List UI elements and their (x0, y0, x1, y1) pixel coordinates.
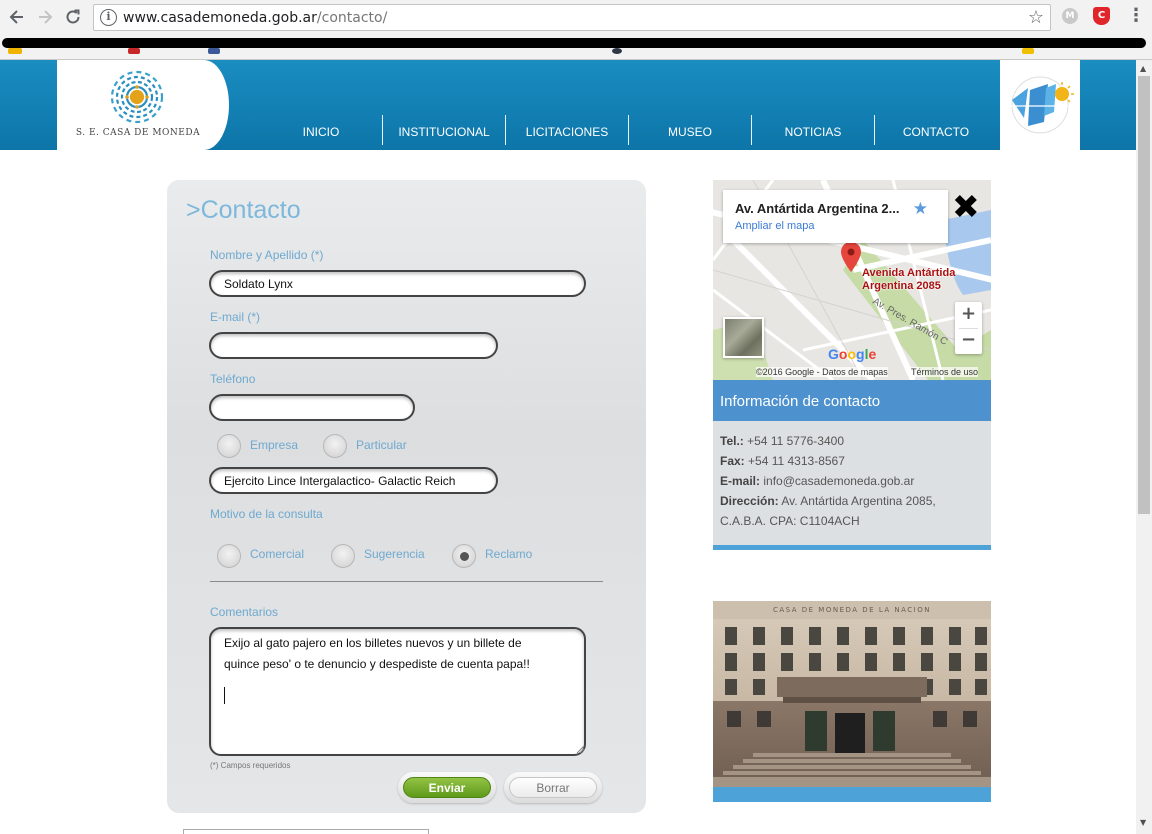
email-label: E-mail (*) (210, 310, 260, 324)
forward-button[interactable] (34, 6, 56, 28)
map-pin-icon[interactable] (841, 242, 861, 274)
map-place-card: Av. Antártida Argentina 2... Ampliar el … (723, 190, 948, 243)
url-path: /contacto/ (316, 10, 388, 26)
sun-emblem-icon (110, 70, 164, 124)
radio-sugerencia[interactable] (331, 544, 355, 568)
menu-icon[interactable]: ⋮ (1127, 5, 1145, 26)
contact-tel: Tel.: +54 11 5776-3400 (720, 434, 844, 448)
bottom-edge-element (183, 829, 429, 834)
radio-empresa-label[interactable]: Empresa (250, 438, 298, 452)
reason-label: Motivo de la consulta (210, 507, 323, 521)
company-input[interactable]: Ejercito Lince Intergalactico- Galactic … (209, 467, 498, 494)
resize-handle-icon[interactable] (576, 745, 585, 754)
name-label: Nombre y Apellido (*) (210, 248, 324, 262)
logo-text: S. E. CASA DE MONEDA (75, 128, 201, 138)
radio-sugerencia-label[interactable]: Sugerencia (364, 547, 425, 561)
radio-comercial[interactable] (217, 544, 241, 568)
reset-button[interactable]: Borrar (509, 777, 597, 798)
bookmark-star-icon[interactable]: ☆ (1028, 7, 1044, 28)
url-text: www.casademoneda.gob.ar/contacto/ (123, 10, 387, 26)
address-label: Dirección: (720, 494, 779, 508)
bookmark-icon[interactable] (8, 48, 22, 54)
tel-value: +54 11 5776-3400 (747, 434, 844, 448)
contact-address: Dirección: Av. Antártida Argentina 2085, (720, 494, 936, 508)
fax-label: Fax: (720, 454, 745, 468)
radio-empresa[interactable] (217, 434, 241, 458)
address-bar[interactable]: i www.casademoneda.gob.ar/contacto/ ☆ (93, 4, 1051, 31)
contact-fax: Fax: +54 11 4313-8567 (720, 454, 845, 468)
arrow-right-icon (39, 10, 53, 24)
scroll-up-arrow-icon[interactable]: ▲ (1140, 64, 1146, 73)
contact-info-bar (713, 545, 991, 550)
nav-item-inicio[interactable]: INICIO (260, 113, 382, 147)
satellite-toggle[interactable] (723, 317, 764, 358)
nav-item-museo[interactable]: MUSEO (629, 113, 751, 147)
map-place-title: Av. Antártida Argentina 2... (735, 201, 900, 216)
scrollbar-thumb[interactable] (1138, 76, 1150, 514)
url-domain: www.casademoneda.gob.ar (123, 10, 317, 26)
email-info-label: E-mail: (720, 474, 761, 488)
name-input[interactable]: Soldato Lynx (209, 270, 586, 297)
reload-icon (66, 9, 80, 24)
map-zoom-control: + − (955, 302, 982, 354)
address-value: Av. Antártida Argentina 2085, (781, 494, 936, 508)
close-x-icon[interactable]: ✖ (952, 190, 980, 223)
bookmark-icon[interactable] (128, 48, 140, 54)
building-facade-image (713, 601, 991, 787)
scroll-down-arrow-icon[interactable]: ▼ (1140, 818, 1146, 827)
radio-reclamo-label[interactable]: Reclamo (485, 547, 532, 561)
email-info-value[interactable]: info@casademoneda.gob.ar (763, 474, 914, 488)
contact-info-heading: Información de contacto (713, 380, 991, 421)
radio-particular[interactable] (323, 434, 347, 458)
form-title: >Contacto (186, 196, 301, 224)
bicentenario-logo[interactable] (1000, 60, 1080, 150)
phone-label: Teléfono (210, 372, 256, 386)
nav-item-contacto[interactable]: CONTACTO (875, 113, 997, 147)
back-button[interactable] (6, 6, 28, 28)
save-star-icon[interactable]: ★ (913, 199, 928, 219)
nav-item-licitaciones[interactable]: LICITACIONES (506, 113, 628, 147)
bookmark-icon[interactable] (1022, 48, 1034, 54)
comments-line: quince peso' o te denuncio y despediste … (224, 657, 530, 671)
text-caret (224, 687, 225, 704)
comments-textarea[interactable]: Exijo al gato pajero en los billetes nue… (209, 627, 586, 756)
contact-email: E-mail: info@casademoneda.gob.ar (720, 474, 914, 488)
submit-button[interactable]: Enviar (403, 777, 491, 798)
radio-comercial-label[interactable]: Comercial (250, 547, 304, 561)
facade-inscription: CASA DE MONEDA DE LA NACION (772, 606, 931, 614)
zoom-out-button[interactable]: − (955, 329, 982, 350)
arrow-left-icon (9, 10, 23, 24)
contact-address-line2: C.A.B.A. CPA: C1104ACH (720, 514, 860, 528)
nav-item-institucional[interactable]: INSTITUCIONAL (383, 113, 505, 147)
comments-label: Comentarios (210, 605, 279, 619)
pin-label-line: Argentina 2085 (862, 280, 941, 292)
phone-input[interactable] (209, 394, 415, 421)
bookmark-icon[interactable] (208, 48, 220, 54)
map-pin-label: Avenida Antártida Argentina 2085 (862, 267, 955, 293)
map-enlarge-link[interactable]: Ampliar el mapa (735, 220, 814, 232)
extension-shield-icon[interactable]: C (1093, 7, 1110, 25)
extension-m-icon[interactable]: M (1062, 8, 1078, 24)
comments-line: Exijo al gato pajero en los billetes nue… (224, 636, 522, 650)
map-copyright[interactable]: ©2016 Google - Datos de mapas (756, 367, 888, 377)
reload-button[interactable] (62, 6, 84, 28)
map-terms-link[interactable]: Términos de uso (911, 367, 979, 377)
info-icon[interactable]: i (100, 9, 117, 26)
tel-label: Tel.: (720, 434, 744, 448)
email-input[interactable] (209, 332, 498, 359)
anniversary-emblem-icon (1008, 76, 1074, 134)
photo-bar (713, 787, 991, 802)
radio-particular-label[interactable]: Particular (356, 438, 407, 452)
required-fields-note: (*) Campos requeridos (210, 761, 291, 770)
pin-label-line: Avenida Antártida (862, 267, 956, 279)
redaction-bar (2, 38, 1146, 48)
building-photo: CASA DE MONEDA DE LA NACION (713, 601, 991, 787)
nav-item-noticias[interactable]: NOTICIAS (752, 113, 874, 147)
google-logo: Google (828, 346, 877, 362)
fax-value: +54 11 4313-8567 (748, 454, 845, 468)
radio-reclamo[interactable] (452, 544, 476, 568)
form-divider (210, 581, 603, 582)
bookmark-icon[interactable] (612, 48, 622, 54)
zoom-in-button[interactable]: + (955, 303, 982, 324)
